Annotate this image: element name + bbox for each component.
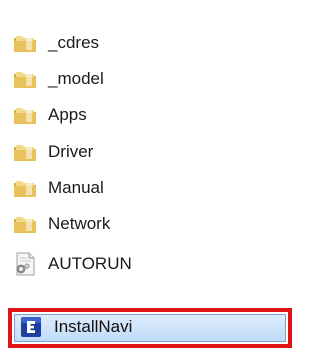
- folder-icon: [14, 34, 36, 52]
- folder-icon: [14, 70, 36, 88]
- list-item-autorun[interactable]: AUTORUN: [12, 249, 292, 279]
- settings-file-icon: [16, 252, 35, 276]
- folder-icon: [14, 179, 36, 197]
- item-name: Apps: [48, 105, 87, 124]
- item-name: _model: [48, 69, 104, 88]
- app-icon: [21, 317, 41, 337]
- folder-icon: [14, 215, 36, 233]
- item-name: Network: [48, 214, 111, 233]
- list-item-installnavi[interactable]: InstallNavi: [18, 313, 288, 341]
- list-item-cdres[interactable]: _cdres: [12, 28, 292, 58]
- highlight-box: InstallNavi: [8, 308, 292, 348]
- file-list: _cdres _model Apps Driver Manual Network…: [0, 0, 299, 356]
- list-item-apps[interactable]: Apps: [12, 100, 292, 130]
- list-item-driver[interactable]: Driver: [12, 137, 292, 167]
- item-name: _cdres: [48, 33, 100, 52]
- folder-icon: [14, 143, 36, 161]
- item-name: Manual: [48, 178, 104, 197]
- list-item-model[interactable]: _model: [12, 64, 292, 94]
- folder-icon: [14, 106, 36, 124]
- list-item-network[interactable]: Network: [12, 209, 292, 239]
- list-item-manual[interactable]: Manual: [12, 173, 292, 203]
- item-name: Driver: [48, 142, 94, 161]
- item-name: AUTORUN: [48, 254, 132, 273]
- item-name: InstallNavi: [54, 317, 133, 336]
